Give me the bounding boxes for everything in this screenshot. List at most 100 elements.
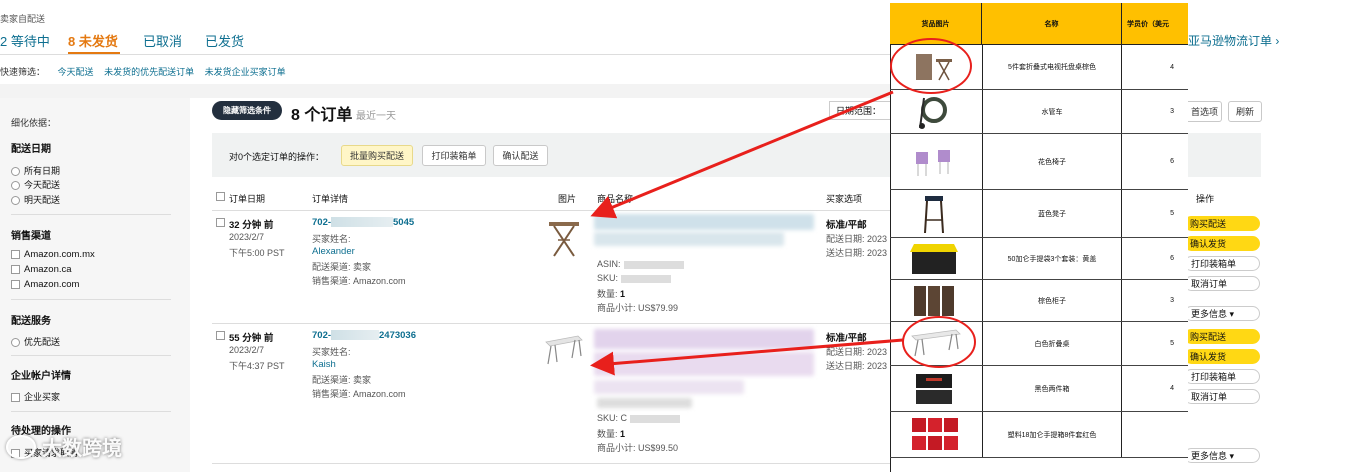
sales-channel: 销售渠道: Amazon.com: [312, 389, 406, 399]
order-date: 2023/2/7: [229, 232, 265, 242]
more-info-label: 更多信息 ▾: [1191, 451, 1235, 461]
product-title-redacted: [594, 352, 814, 376]
option-label: 企业买家: [24, 392, 61, 402]
date-range-box[interactable]: 日期范围：: [829, 101, 890, 120]
sidebar-option-today[interactable]: 今天配送: [11, 178, 60, 191]
product-sku: SKU:: [597, 273, 672, 283]
sidebar-sep: [11, 411, 171, 412]
select-all-checkbox[interactable]: [216, 192, 225, 201]
column-order-date[interactable]: 订单日期: [229, 192, 265, 205]
redacted-block: [621, 274, 672, 283]
refresh-button[interactable]: 刷新: [1228, 101, 1262, 122]
overlay-table-header: 货品图片 名称 学员价（美元: [890, 3, 1188, 45]
purple-chairs-icon: [916, 150, 950, 176]
row-name: 5件套折叠式电视托盘桌棕色: [982, 45, 1122, 89]
order-id-link[interactable]: 702- 2473036: [312, 330, 416, 341]
red-bins-icon: [912, 418, 958, 450]
bulk-buy-shipping-button[interactable]: 批量购买配送: [341, 145, 413, 166]
order-id-prefix: 702-: [312, 330, 332, 341]
bulk-confirm-label: 确认配送: [502, 151, 539, 161]
product-sku: SKU: C: [597, 413, 681, 423]
buy-shipping-button[interactable]: 购买配送: [1184, 216, 1260, 231]
deliver-date: 送达日期: 2023: [826, 248, 888, 258]
cancel-order-button[interactable]: 取消订单: [1184, 389, 1260, 404]
sidebar-option-ca[interactable]: Amazon.ca: [11, 264, 72, 275]
column-buyer-option[interactable]: 买家选项: [826, 192, 862, 205]
overlay-row: 5件套折叠式电视托盘桌棕色 4: [890, 45, 1188, 90]
price-value: 3: [1170, 297, 1174, 304]
ship-date: 配送日期: 2023: [826, 234, 888, 244]
overlay-row: 花色椅子 6: [890, 134, 1188, 190]
bulk-print-slips-button[interactable]: 打印装箱单: [422, 145, 486, 166]
cancel-order-button[interactable]: 取消订单: [1184, 276, 1260, 291]
tab-unshipped[interactable]: 8 未发货: [68, 31, 118, 50]
buyer-name-link[interactable]: Kaish: [312, 359, 336, 370]
price-value: 6: [1170, 255, 1174, 262]
redacted-block: [331, 217, 394, 228]
overlay-row: 蓝色凳子 5: [890, 190, 1188, 238]
row-name: 50加仑手提袋3个套装：黄盖: [982, 238, 1122, 279]
white-folding-table-icon: [545, 335, 583, 365]
quick-filter-priority[interactable]: 未发货的优先配送订单: [104, 67, 194, 77]
row-name: 棕色柜子: [982, 280, 1122, 321]
more-info-button[interactable]: 更多信息 ▾: [1184, 306, 1260, 321]
price-value: 4: [1170, 385, 1174, 392]
row-checkbox[interactable]: [216, 218, 225, 227]
more-info-button[interactable]: 更多信息 ▾: [1184, 448, 1260, 463]
sidebar-option-priority[interactable]: 优先配送: [11, 335, 60, 348]
sidebar-option-tomorrow[interactable]: 明天配送: [11, 193, 60, 206]
hide-filters-label: 隐藏筛选条件: [223, 106, 271, 115]
qty-value: 1: [620, 289, 626, 299]
print-slip-button[interactable]: 打印装箱单: [1184, 256, 1260, 271]
sidebar-option-mx[interactable]: Amazon.com.mx: [11, 249, 95, 260]
product-title-redacted: [594, 214, 814, 230]
row-name: 白色折叠桌: [982, 322, 1122, 365]
row-name: 水管车: [982, 90, 1122, 133]
row-price: 6: [1122, 134, 1188, 189]
order-id-suffix: 5045: [393, 217, 415, 228]
column-product-name[interactable]: 商品名称: [597, 192, 633, 205]
ship-date: 配送日期: 2023: [826, 347, 888, 357]
sidebar-option-com[interactable]: Amazon.com: [11, 279, 79, 290]
confirm-shipment-button[interactable]: 确认发货: [1184, 236, 1260, 251]
white-folding-table-icon: [911, 329, 961, 357]
option-label: 优先配送: [24, 337, 61, 347]
seller-label: 卖家自配送: [0, 14, 46, 24]
quick-filter-business[interactable]: 未发货企业买家订单: [205, 67, 286, 77]
sidebar-section-channel: 销售渠道: [11, 231, 51, 242]
external-fba-link[interactable]: 亚马逊物流订单 ›: [1188, 32, 1279, 49]
row-name: 黑色两件箱: [982, 366, 1122, 411]
bulk-confirm-button[interactable]: 确认配送: [493, 145, 548, 166]
quick-filter-today[interactable]: 今天配送: [58, 67, 94, 77]
product-subtotal: 商品小计: US$99.50: [597, 443, 679, 453]
row-price: 5: [1122, 322, 1188, 365]
option-label: 今天配送: [24, 180, 61, 190]
option-label: Amazon.com.mx: [24, 249, 95, 260]
order-id-link[interactable]: 702- 5045: [312, 217, 414, 228]
qty-value: 1: [620, 429, 626, 439]
tab-shipped[interactable]: 已发货: [205, 31, 244, 50]
overlay-row: 水管车 3: [890, 90, 1188, 134]
column-order-details[interactable]: 订单详情: [312, 192, 348, 205]
fulfilled-by: 配送渠道: 卖家: [312, 262, 372, 272]
sidebar-option-business-buyer[interactable]: 企业买家: [11, 390, 60, 403]
shipping-option: 标准/平邮: [826, 333, 867, 344]
order-age: 55 分钟 前: [229, 333, 274, 344]
confirm-shipment-button[interactable]: 确认发货: [1184, 349, 1260, 364]
sidebar-option-all-dates[interactable]: 所有日期: [11, 164, 60, 177]
preferences-button[interactable]: 首选项: [1188, 101, 1222, 122]
hide-filters-button[interactable]: 隐藏筛选条件: [212, 101, 282, 120]
order-range: 最近一天: [356, 111, 396, 122]
buyer-name-link[interactable]: Alexander: [312, 246, 355, 257]
row-checkbox[interactable]: [216, 331, 225, 340]
shipping-option: 标准/平邮: [826, 220, 867, 231]
radio-icon: [11, 196, 20, 206]
sidebar-section-delivery-date: 配送日期: [11, 144, 51, 155]
print-slip-button[interactable]: 打印装箱单: [1184, 369, 1260, 384]
row-name: 塑料18加仑手提箱8件套红色: [982, 412, 1122, 457]
sku-label: SKU:: [597, 273, 619, 283]
overlay-row: 棕色柜子 3: [890, 280, 1188, 322]
buy-shipping-button[interactable]: 购买配送: [1184, 329, 1260, 344]
tab-cancelled[interactable]: 已取消: [143, 31, 182, 50]
tab-waiting[interactable]: 2 等待中: [0, 31, 50, 50]
